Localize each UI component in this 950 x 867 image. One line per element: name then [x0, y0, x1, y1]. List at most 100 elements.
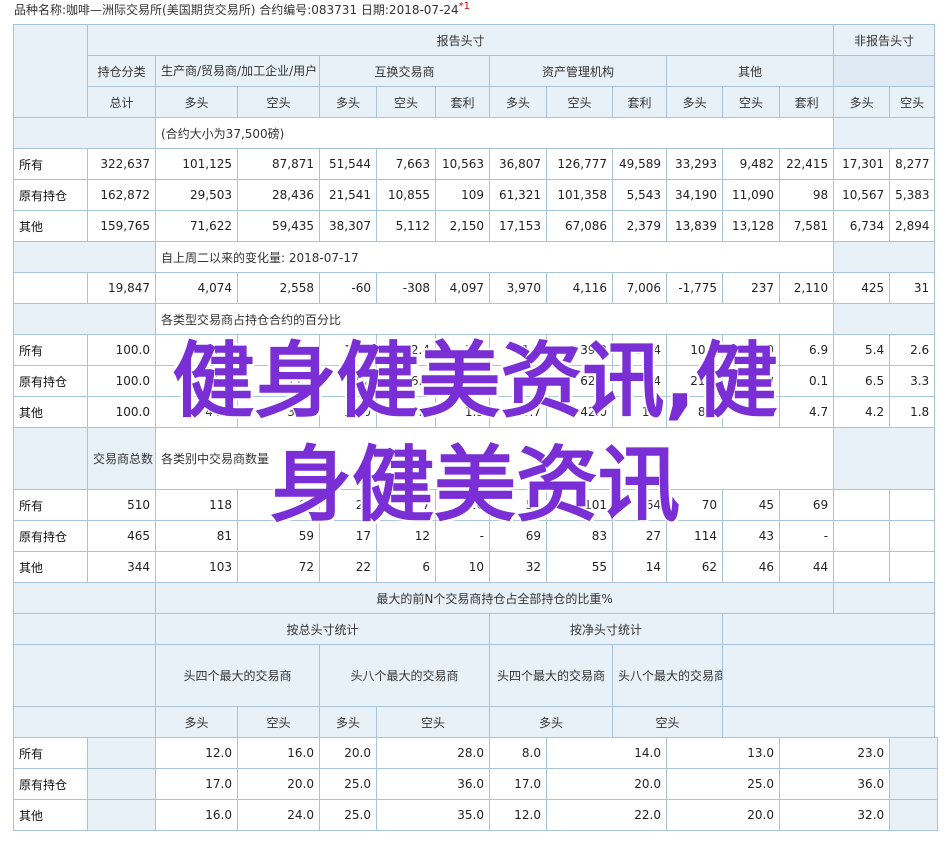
value-cell: 13.0: [666, 737, 780, 769]
value-cell: 49,589: [612, 148, 667, 180]
value-cell: 6: [376, 551, 436, 583]
blank-cell: [13, 644, 156, 707]
value-cell: 22: [319, 551, 377, 583]
row-pct-all: 所有 100.0 31.3 27.2 16.0 2.4 3.3 11.4 39.3 15.4 10.…: [13, 334, 938, 366]
value-cell: [889, 489, 936, 521]
value-cell: 3,970: [489, 272, 547, 304]
row-label: 原有持仓: [13, 179, 88, 211]
value-cell: 8,277: [889, 148, 936, 180]
value-cell: 12: [376, 520, 436, 552]
value-cell: 69: [778, 489, 835, 521]
value-cell: 36.0: [778, 768, 891, 800]
value-cell: [889, 551, 936, 583]
value-cell: 16.0: [155, 799, 238, 831]
value-cell: 13,128: [722, 210, 780, 242]
column-header: 总计: [87, 86, 156, 118]
row-conc-old: 原有持仓 17.0 20.0 25.0 36.0 17.0 20.0 25.0 36.0: [13, 768, 938, 800]
value-cell: 17.0: [489, 768, 547, 800]
column-header: 套利: [612, 86, 667, 118]
blank-cell: [87, 737, 156, 769]
value-cell: 7,006: [612, 272, 667, 304]
value-cell: 4,097: [435, 272, 490, 304]
value-cell: 27.2: [237, 334, 320, 366]
net-top8-header: 头八个最大的交易商: [612, 644, 723, 707]
value-cell: 20.0: [319, 737, 377, 769]
value-cell: 2,110: [778, 272, 835, 304]
value-cell: 3.4: [612, 365, 667, 397]
swap-header: 互换交易商: [319, 55, 490, 87]
change-note: 自上周二以来的变化量: 2018-07-17: [154, 241, 835, 273]
value-cell: 4,116: [546, 272, 613, 304]
column-header: 多头: [833, 86, 891, 118]
value-cell: 6.7: [376, 365, 436, 397]
value-cell: 159,765: [87, 210, 156, 242]
value-cell: 7: [376, 489, 436, 521]
nonreport-blank: [833, 55, 936, 87]
note-row: (合约大小为37,500磅): [13, 117, 938, 149]
column-header: 空头: [889, 86, 936, 118]
column-header: 空头: [612, 706, 723, 738]
value-cell: 4.7: [778, 396, 835, 428]
value-cell: 24.0: [237, 799, 320, 831]
value-cell: 322,637: [87, 148, 156, 180]
value-cell: 55: [546, 551, 613, 583]
value-cell: 2,894: [889, 210, 936, 242]
note-row: 交易商总数 各类别中交易商数量: [13, 427, 938, 490]
value-cell: 24: [319, 489, 377, 521]
blank-cell: [833, 241, 936, 273]
value-cell: 10: [435, 551, 490, 583]
blank-cell: [833, 117, 936, 149]
conc-header-2: 按总头寸统计 按净头寸统计: [13, 613, 938, 645]
value-cell: 2,150: [435, 210, 490, 242]
value-cell: 18.1: [155, 365, 238, 397]
gross-top8-header: 头八个最大的交易商: [319, 644, 490, 707]
value-cell: 162,872: [87, 179, 156, 211]
net-stats-header: 按净头寸统计: [489, 613, 723, 645]
row-label: [13, 272, 88, 304]
column-header: 空头: [237, 86, 320, 118]
value-cell: 2,558: [237, 272, 320, 304]
value-cell: 9,482: [722, 148, 780, 180]
row-all: 所有 322,637 101,125 87,871 51,544 7,663 10,563 3…: [13, 148, 938, 180]
value-cell: 101,125: [155, 148, 238, 180]
value-cell: 16: [435, 489, 490, 521]
value-cell: 10.7: [489, 396, 547, 428]
value-cell: 11,090: [722, 179, 780, 211]
percent-note: 各类型交易商占持仓合约的百分比: [154, 303, 835, 335]
note-row: 各类型交易商占持仓合约的百分比: [13, 303, 938, 335]
value-cell: 237: [722, 272, 780, 304]
value-cell: 100.0: [87, 396, 156, 428]
value-cell: 6.9: [778, 334, 835, 366]
blank-cell: [13, 427, 88, 490]
value-cell: 45: [722, 489, 780, 521]
value-cell: 10,563: [435, 148, 490, 180]
value-cell: 44.8: [155, 396, 238, 428]
value-cell: 25.0: [666, 768, 780, 800]
value-cell: 33,293: [666, 148, 723, 180]
header-row-1: 报告头寸 非报告头寸: [13, 24, 938, 118]
value-cell: 4,074: [155, 272, 238, 304]
value-cell: 51,544: [319, 148, 377, 180]
conc-header-1: 最大的前N个交易商持仓占全部持仓的比重%: [13, 582, 938, 614]
value-cell: 71,622: [155, 210, 238, 242]
managed-money-header: 资产管理机构: [489, 55, 667, 87]
blank-cell: [13, 241, 156, 273]
value-cell: 57: [489, 489, 547, 521]
column-header: 套利: [778, 86, 835, 118]
value-cell: 36,807: [489, 148, 547, 180]
value-cell: 2.6: [889, 334, 936, 366]
corner-cell: [13, 24, 88, 118]
value-cell: 510: [87, 489, 156, 521]
note-row: 自上周二以来的变化量: 2018-07-17: [13, 241, 938, 273]
value-cell: 101,358: [546, 179, 613, 211]
net-top4-header: 头四个最大的交易商: [489, 644, 613, 707]
row-cnt-old: 原有持仓 465 81 59 17 12-69 83 27 114 43-: [13, 520, 938, 552]
value-cell: 46: [722, 551, 780, 583]
contract-size-note: (合约大小为37,500磅): [154, 117, 835, 149]
report-positions-header: 报告头寸: [86, 24, 835, 56]
value-cell: 101: [546, 489, 613, 521]
blank-cell: [833, 582, 936, 614]
value-cell: 36.0: [376, 768, 490, 800]
value-cell: 12.0: [489, 799, 547, 831]
value-cell: 34,190: [666, 179, 723, 211]
